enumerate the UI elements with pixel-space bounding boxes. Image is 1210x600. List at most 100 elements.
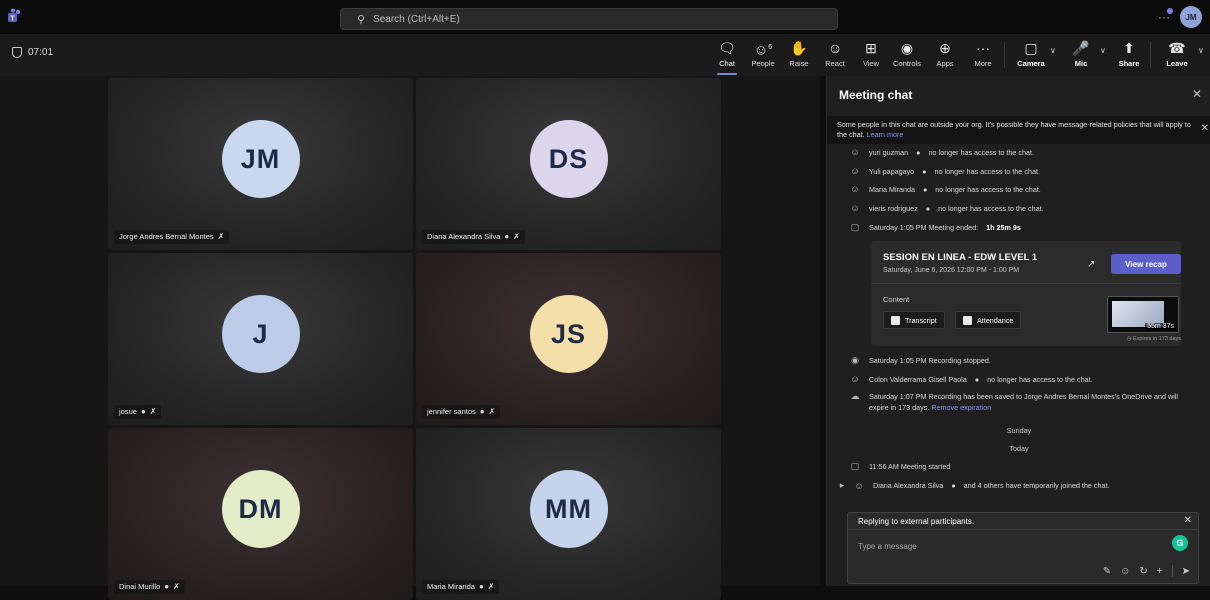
participant-tile[interactable]: JS jennifer santos ● ✗ [416, 253, 721, 425]
participant-tile[interactable]: J josue ● ✗ [108, 253, 413, 425]
participant-avatar: DS [529, 120, 608, 198]
external-user-icon: ● [922, 184, 928, 194]
event-person: yuri guzman [869, 147, 909, 157]
send-icon[interactable]: ➤ [1182, 566, 1190, 577]
meeting-control-bar: 07:01 🗨 Chat ☺6 People ✋ Raise ☺ React ⊞… [0, 34, 1210, 76]
chat-event: ☺ Yuli papagayo ● no longer has access t… [849, 166, 1040, 176]
apps-button[interactable]: ⊕ Apps [928, 40, 962, 68]
more-button[interactable]: ··· More [966, 40, 1000, 68]
divider [1150, 42, 1151, 68]
raise-hand-button[interactable]: ✋ Raise [782, 40, 816, 68]
ellipsis-icon: ··· [976, 40, 990, 56]
participant-avatar: J [221, 295, 300, 373]
mic-button[interactable]: 🎤 Mic [1064, 40, 1098, 68]
view-label: View [862, 59, 880, 68]
camera-button[interactable]: ▢ Camera [1014, 40, 1048, 68]
person-removed-icon: ☺ [850, 147, 860, 157]
external-user-icon: ● [479, 407, 485, 416]
people-count: 6 [768, 44, 773, 51]
attach-plus-icon[interactable]: + [1157, 566, 1163, 577]
controls-icon: ◉ [900, 40, 914, 56]
transcript-button[interactable]: Transcript [883, 311, 945, 329]
timer-text: 07:01 [28, 47, 54, 58]
event-text: Saturday 1:07 PM Recording has been save… [869, 391, 1199, 413]
raise-label: Raise [789, 59, 809, 68]
hang-up-icon: ☎ [1168, 40, 1186, 56]
meeting-date: Saturday, June 6, 2026 12:00 PM - 1:00 P… [883, 267, 1020, 274]
close-icon[interactable]: ✕ [1192, 87, 1202, 101]
chat-button[interactable]: 🗨 Chat [710, 40, 744, 75]
leave-options-chevron-icon[interactable]: ∨ [1198, 46, 1204, 55]
person-removed-icon: ☺ [850, 184, 860, 194]
shield-icon [12, 47, 22, 58]
attendance-button[interactable]: Attendance [955, 311, 1022, 329]
grid-view-icon: ⊞ [865, 40, 877, 56]
camera-options-chevron-icon[interactable]: ∨ [1050, 46, 1056, 55]
chat-icon: 🗨 [718, 40, 736, 56]
apps-label: Apps [936, 59, 954, 68]
record-icon: ◉ [851, 355, 859, 365]
external-user-icon: ● [504, 232, 510, 241]
reply-notice-text: Replying to external participants. [858, 517, 975, 526]
participant-name-tag: Jorge Andres Bernal Montes ✗ [114, 230, 230, 244]
external-user-icon: ● [922, 166, 927, 176]
more-options-icon[interactable]: ··· [1158, 8, 1173, 24]
controls-button[interactable]: ◉ Controls [890, 40, 924, 68]
event-text: no longer has access to the chat. [934, 166, 1040, 176]
grammarly-icon[interactable]: G [1172, 535, 1188, 551]
external-participants-banner: Some people in this chat are outside you… [827, 116, 1210, 144]
day-separator: Today [1009, 444, 1029, 453]
external-user-icon: ● [925, 203, 931, 213]
user-avatar[interactable]: JM [1180, 6, 1202, 28]
participant-tile[interactable]: MM Maria Miranda ● ✗ [416, 428, 721, 600]
emoji-icon[interactable]: ☺ [1120, 566, 1130, 577]
participant-name: Maria Miranda [427, 582, 475, 591]
search-icon: ⚲ [357, 13, 366, 26]
leave-label: Leave [1166, 59, 1188, 68]
react-button[interactable]: ☺ React [818, 40, 852, 68]
account-area: ··· JM [1158, 6, 1202, 28]
event-text: Saturday 1:05 PM Meeting ended: [869, 223, 979, 232]
meeting-chat-panel: Meeting chat ✕ Some people in this chat … [826, 76, 1210, 586]
transcript-icon [891, 315, 900, 325]
search-box[interactable]: ⚲ Search (Ctrl+Alt+E) [340, 8, 838, 30]
share-icon[interactable]: ↗ [1087, 259, 1095, 270]
learn-more-link[interactable]: Learn more [867, 130, 904, 139]
search-placeholder: Search (Ctrl+Alt+E) [373, 13, 460, 25]
event-text: no longer has access to the chat. [987, 374, 1093, 384]
joined-event[interactable]: ▸ ☺ Diana Alexandra Silva ● and 4 others… [839, 480, 1110, 491]
compose-toolbar: ✎ ☺ ↻ + ➤ [1103, 565, 1190, 577]
react-label: React [825, 59, 845, 68]
participant-tile[interactable]: DM Dinai Murillo ● ✗ [108, 428, 413, 600]
more-label: More [974, 59, 992, 68]
recording-duration: 55m 37s [1145, 323, 1176, 330]
event-person: Maria Miranda [869, 184, 915, 194]
close-icon[interactable]: ✕ [1201, 124, 1209, 134]
people-button[interactable]: ☺6 People [746, 40, 780, 68]
format-icon[interactable]: ✎ [1103, 566, 1111, 577]
share-button[interactable]: ⬆ Share [1112, 40, 1146, 68]
share-screen-icon: ⬆ [1123, 40, 1135, 56]
person-removed-icon: ☺ [850, 166, 860, 176]
video-camera-icon: ▢ [850, 222, 860, 232]
close-icon[interactable]: ✕ [1184, 515, 1192, 526]
recording-stopped-event: ◉ Saturday 1:05 PM Recording stopped. [849, 355, 991, 366]
participant-avatar: MM [529, 470, 608, 548]
participant-avatar: DM [221, 470, 300, 548]
participant-tile[interactable]: JM Jorge Andres Bernal Montes ✗ [108, 78, 413, 250]
message-input[interactable] [858, 539, 1158, 553]
expand-chevron-icon[interactable]: ▸ [839, 480, 845, 491]
participant-tile[interactable]: DS Diana Alexandra Silva ● ✗ [416, 78, 721, 250]
mic-options-chevron-icon[interactable]: ∨ [1100, 46, 1106, 55]
participant-name-tag: Maria Miranda ● ✗ [422, 580, 500, 594]
recording-thumbnail[interactable]: 55m 37s [1107, 296, 1179, 333]
view-recap-button[interactable]: View recap [1111, 254, 1181, 274]
teams-logo-icon: T [6, 8, 22, 24]
leave-button[interactable]: ☎ Leave [1160, 40, 1194, 68]
panel-title: Meeting chat [839, 88, 913, 102]
mic-muted-icon: ✗ [488, 407, 496, 416]
video-stage: JM Jorge Andres Bernal Montes ✗ DS Diana … [0, 76, 820, 600]
remove-expiration-link[interactable]: Remove expiration [931, 403, 991, 412]
view-button[interactable]: ⊞ View [854, 40, 888, 68]
loop-icon[interactable]: ↻ [1139, 566, 1147, 577]
